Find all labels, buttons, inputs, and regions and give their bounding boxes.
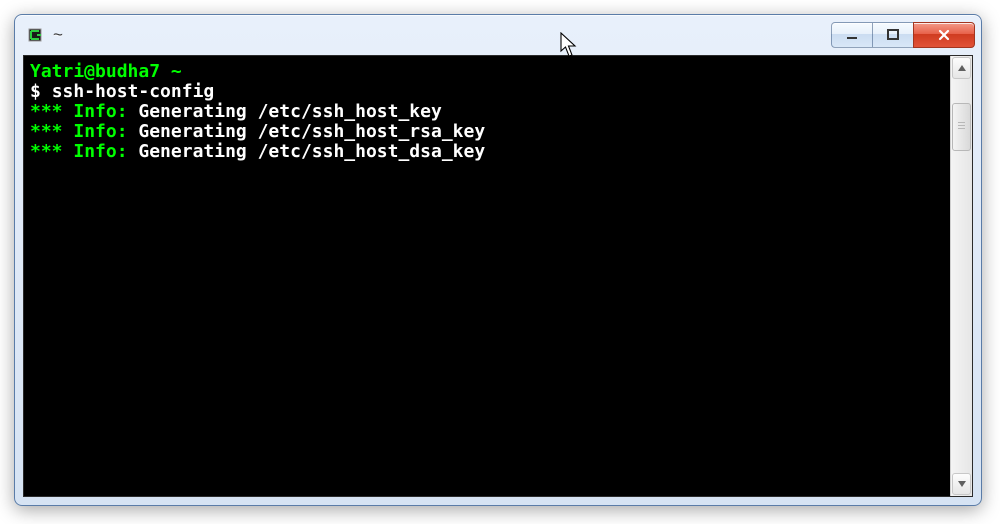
info-text: Generating /etc/ssh_host_key [128, 101, 442, 122]
cygwin-icon [25, 25, 45, 45]
info-stars: *** [30, 141, 63, 162]
close-button[interactable] [913, 22, 975, 48]
client-area: Yatri@budha7 ~ $ ssh-host-config *** Inf… [23, 55, 973, 497]
maximize-button[interactable] [872, 22, 914, 48]
titlebar[interactable]: ~ [15, 15, 981, 55]
info-label: Info: [63, 121, 128, 142]
info-text: Generating /etc/ssh_host_dsa_key [128, 141, 486, 162]
info-stars: *** [30, 121, 63, 142]
info-label: Info: [63, 141, 128, 162]
terminal-window: ~ Yatri@budha7 ~ $ ssh-host-config *** I… [14, 14, 982, 506]
minimize-button[interactable] [831, 22, 873, 48]
window-title: ~ [53, 25, 63, 45]
scroll-thumb[interactable] [952, 103, 971, 151]
command-text: ssh-host-config [52, 81, 215, 102]
scroll-down-button[interactable] [952, 473, 971, 495]
prompt-line: Yatri@budha7 ~ [30, 61, 182, 82]
window-controls [832, 22, 975, 48]
vertical-scrollbar[interactable] [950, 56, 972, 496]
info-text: Generating /etc/ssh_host_rsa_key [128, 121, 486, 142]
scroll-track[interactable] [952, 81, 971, 471]
command-prefix: $ [30, 81, 52, 102]
info-label: Info: [63, 101, 128, 122]
info-stars: *** [30, 101, 63, 122]
terminal-output[interactable]: Yatri@budha7 ~ $ ssh-host-config *** Inf… [24, 56, 950, 496]
scroll-up-button[interactable] [952, 57, 971, 79]
